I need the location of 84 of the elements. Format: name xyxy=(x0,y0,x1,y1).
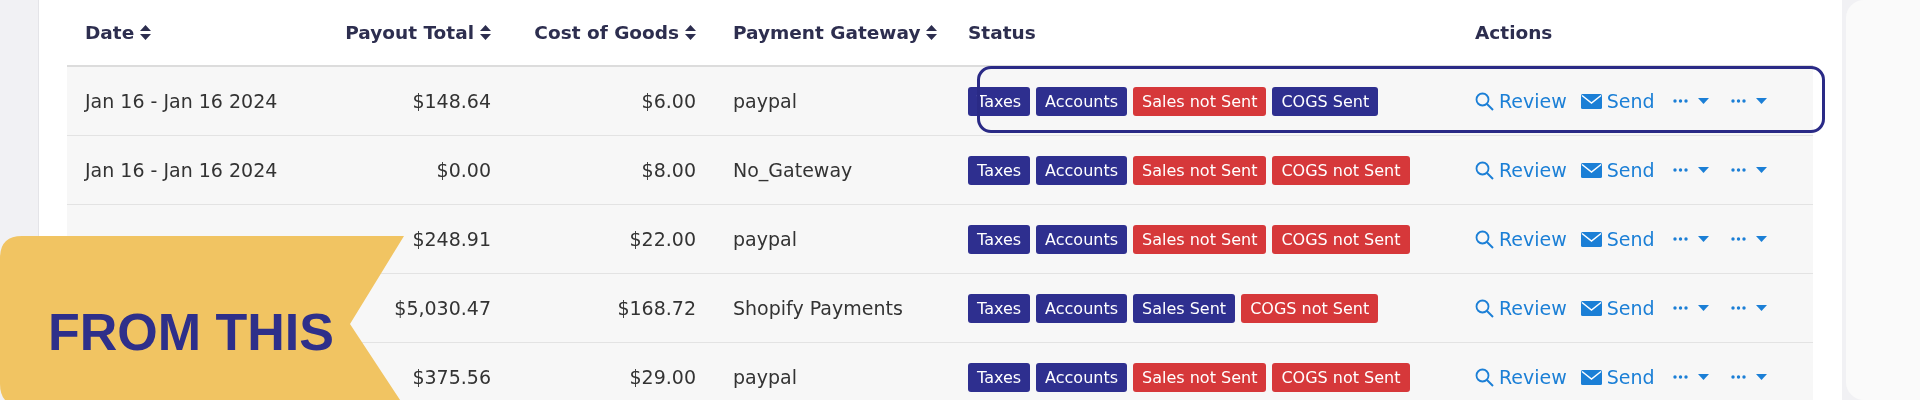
status-tag: Taxes xyxy=(968,155,1031,185)
caret-icon xyxy=(1755,167,1767,173)
table-cell: Jan 16 - Jan 16 2024 xyxy=(85,90,278,112)
send-link[interactable]: Send xyxy=(1580,297,1655,319)
dots-icon xyxy=(1672,168,1688,172)
table-cell: $375.56 xyxy=(412,366,491,388)
status-tag: Sales not Sent xyxy=(1133,86,1267,116)
status-tag: Sales Sent xyxy=(1133,293,1236,323)
status-tag: Accounts xyxy=(1036,155,1128,185)
envelope-icon xyxy=(1580,93,1602,109)
envelope-icon xyxy=(1580,231,1602,247)
table-cell: $148.64 xyxy=(412,90,491,112)
table-cell: $5,030.47 xyxy=(394,297,491,319)
search-icon xyxy=(1475,298,1494,318)
caret-icon xyxy=(1755,236,1767,242)
caret-icon xyxy=(1697,374,1709,380)
caret-icon xyxy=(1697,236,1709,242)
status-tag: Accounts xyxy=(1036,293,1128,323)
envelope-icon xyxy=(1580,162,1602,178)
send-link[interactable]: Send xyxy=(1580,228,1655,250)
sortable-header[interactable]: Cost of Goods xyxy=(534,22,696,43)
table-cell: No_Gateway xyxy=(733,159,853,181)
sortable-header[interactable]: Payout Total xyxy=(345,22,491,43)
status-tag: COGS Sent xyxy=(1272,86,1379,116)
banner-text: FROM THIS xyxy=(48,302,334,362)
table-cell: $22.00 xyxy=(629,228,696,250)
review-link[interactable]: Review xyxy=(1475,366,1567,388)
dots-icon xyxy=(1730,237,1746,241)
status-tag: COGS not Sent xyxy=(1241,293,1379,323)
search-icon xyxy=(1475,91,1494,111)
send-link[interactable]: Send xyxy=(1580,90,1655,112)
send-link[interactable]: Send xyxy=(1580,366,1655,388)
status-tag: COGS not Sent xyxy=(1272,362,1410,392)
status-tag: Sales not Sent xyxy=(1133,362,1267,392)
status-tag: Sales not Sent xyxy=(1133,224,1267,254)
status-tag: COGS not Sent xyxy=(1272,155,1410,185)
caret-icon xyxy=(1755,305,1767,311)
table-cell: paypal xyxy=(733,228,797,250)
dots-icon xyxy=(1672,306,1688,310)
column-header: Actions xyxy=(1475,22,1553,43)
dots-icon xyxy=(1672,237,1688,241)
sortable-header[interactable]: Date xyxy=(85,22,152,43)
table-cell: paypal xyxy=(733,90,797,112)
caret-icon xyxy=(1755,374,1767,380)
status-tag: Accounts xyxy=(1036,224,1128,254)
table-cell: $29.00 xyxy=(629,366,696,388)
status-tag: Taxes xyxy=(968,86,1031,116)
search-icon xyxy=(1475,160,1494,180)
status-tag: Taxes xyxy=(968,362,1031,392)
envelope-icon xyxy=(1580,369,1602,385)
table-cell: $0.00 xyxy=(436,159,491,181)
status-tag: COGS not Sent xyxy=(1272,224,1410,254)
search-icon xyxy=(1475,229,1494,249)
review-link[interactable]: Review xyxy=(1475,297,1567,319)
column-header: Status xyxy=(968,22,1036,43)
caret-icon xyxy=(1755,98,1767,104)
table-cell: $8.00 xyxy=(641,159,696,181)
dots-icon xyxy=(1730,99,1746,103)
table-cell: $248.91 xyxy=(412,228,491,250)
sortable-header[interactable]: Payment Gateway xyxy=(733,22,938,43)
status-tag: Sales not Sent xyxy=(1133,155,1267,185)
caret-icon xyxy=(1697,167,1709,173)
review-link[interactable]: Review xyxy=(1475,159,1567,181)
dots-icon xyxy=(1730,168,1746,172)
envelope-icon xyxy=(1580,300,1602,316)
table-cell: Jan 16 - Jan 16 2024 xyxy=(85,159,278,181)
status-tag: Taxes xyxy=(968,293,1031,323)
dots-icon xyxy=(1730,375,1746,379)
table-cell: paypal xyxy=(733,366,797,388)
search-icon xyxy=(1475,367,1494,387)
status-tag: Taxes xyxy=(968,224,1031,254)
dots-icon xyxy=(1672,99,1688,103)
send-link[interactable]: Send xyxy=(1580,159,1655,181)
table-cell: $168.72 xyxy=(617,297,696,319)
caret-icon xyxy=(1697,98,1709,104)
table-cell: Shopify Payments xyxy=(733,297,903,319)
review-link[interactable]: Review xyxy=(1475,228,1567,250)
status-tag: Accounts xyxy=(1036,86,1128,116)
review-link[interactable]: Review xyxy=(1475,90,1567,112)
status-tag: Accounts xyxy=(1036,362,1128,392)
dots-icon xyxy=(1672,375,1688,379)
dots-icon xyxy=(1730,306,1746,310)
table-cell: $6.00 xyxy=(641,90,696,112)
caret-icon xyxy=(1697,305,1709,311)
